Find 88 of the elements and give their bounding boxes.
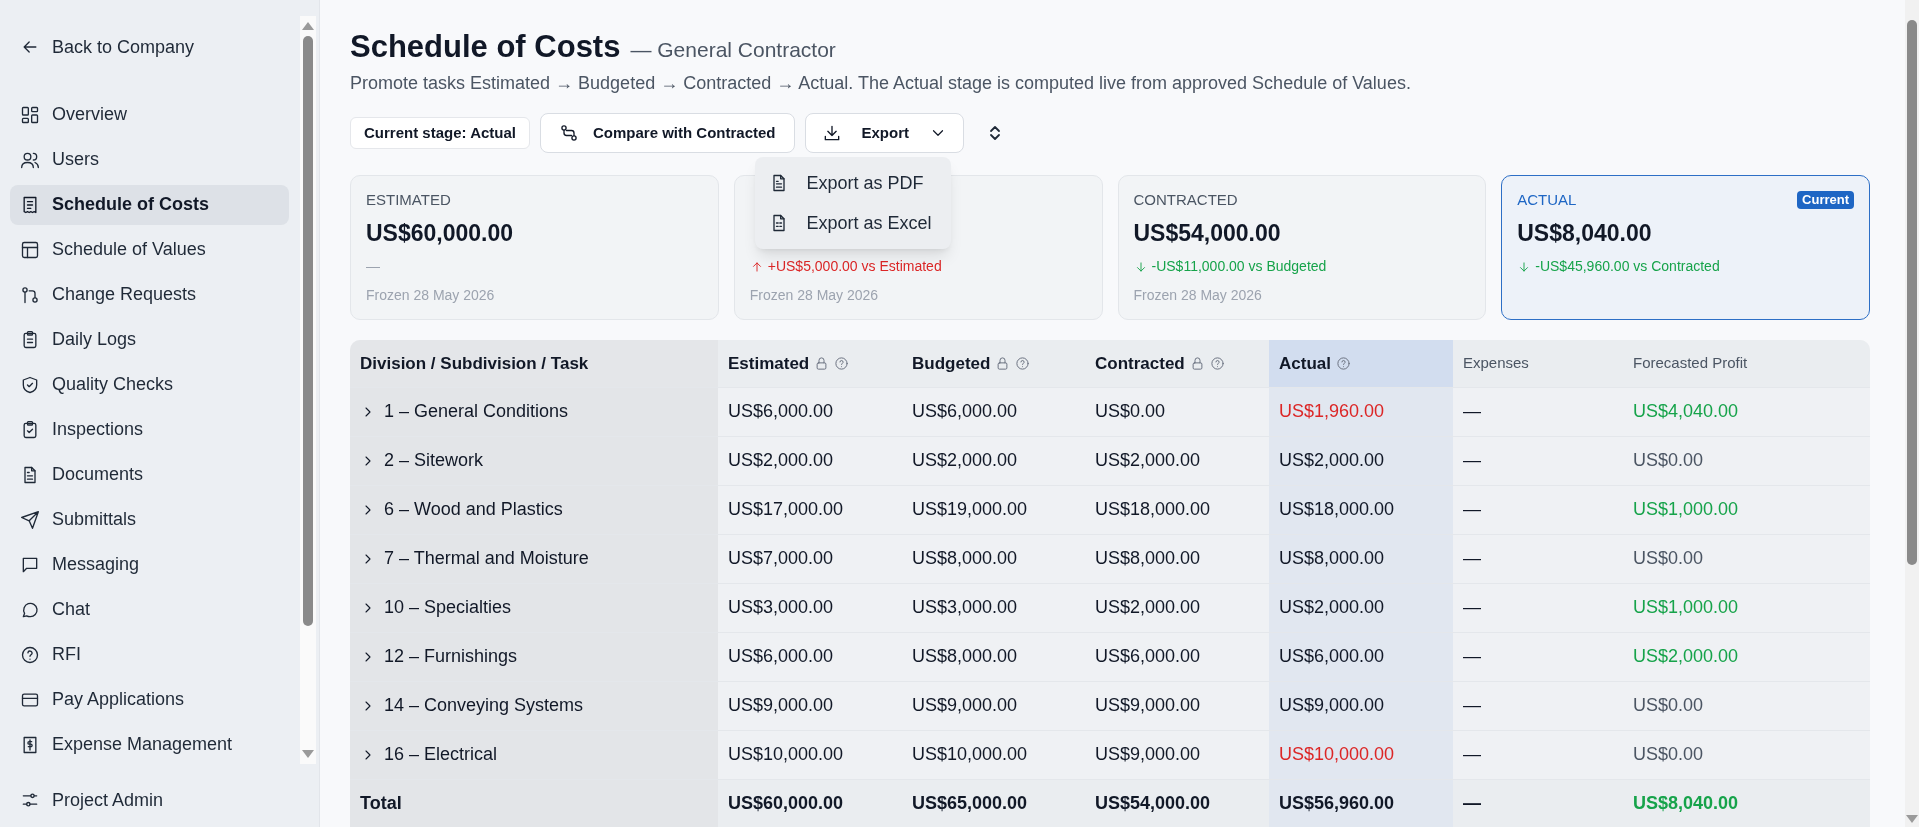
division-name: 16 – Electrical <box>384 743 498 766</box>
division-name: 2 – Sitework <box>384 449 484 472</box>
division-name: 10 – Specialties <box>384 596 512 619</box>
table-cell: US$6,000.00 <box>902 387 1085 436</box>
table-cell: US$3,000.00 <box>718 583 902 632</box>
card-delta: +US$5,000.00 vs Estimated <box>767 257 942 276</box>
table-cell: US$0.00 <box>1085 387 1269 436</box>
division-name: 12 – Furnishings <box>384 645 518 668</box>
table-cell: US$0.00 <box>1623 436 1870 485</box>
column-header: Actual <box>1269 340 1453 387</box>
column-header: Division / Subdivision / Task <box>350 340 718 387</box>
table-cell: US$56,960.00 <box>1269 779 1453 827</box>
column-header: Expenses <box>1453 340 1623 387</box>
table-cell: — <box>1453 730 1623 779</box>
card-delta: — <box>366 257 380 276</box>
table-cell: US$1,000.00 <box>1623 485 1870 534</box>
table-cell: US$18,000.00 <box>1085 485 1269 534</box>
table-cell: US$8,040.00 <box>1623 779 1870 827</box>
table-cell: US$8,000.00 <box>1085 534 1269 583</box>
table-cell: US$2,000.00 <box>1269 583 1453 632</box>
table-cell: US$1,000.00 <box>1623 583 1870 632</box>
table-cell: US$0.00 <box>1623 730 1870 779</box>
table-cell: US$54,000.00 <box>1085 779 1269 827</box>
table-cell: US$6,000.00 <box>1269 632 1453 681</box>
page-title: Schedule of Costs <box>350 28 621 66</box>
table-cell: US$9,000.00 <box>1269 681 1453 730</box>
page-description: Promote tasks Estimated → Budgeted → Contracted → Actual. The Actual stage is computed live from approved Schedule of Values. <box>350 72 1412 95</box>
table-cell: US$2,000.00 <box>1623 632 1870 681</box>
table-cell: US$6,000.00 <box>718 387 902 436</box>
card-delta: -US$11,000.00 vs Budgeted <box>1151 257 1327 276</box>
table-cell: US$19,000.00 <box>902 485 1085 534</box>
table-cell: US$2,000.00 <box>1269 436 1453 485</box>
table-cell: US$3,000.00 <box>902 583 1085 632</box>
table-cell: US$9,000.00 <box>902 681 1085 730</box>
card-label: ACTUAL <box>1517 189 1577 210</box>
table-cell: — <box>1453 632 1623 681</box>
table-cell: US$17,000.00 <box>718 485 902 534</box>
table-cell: US$4,040.00 <box>1623 387 1870 436</box>
card-amount: US$60,000.00 <box>366 220 514 246</box>
table-cell: US$8,000.00 <box>902 632 1085 681</box>
table-cell: — <box>1453 436 1623 485</box>
table-cell: US$9,000.00 <box>1085 730 1269 779</box>
table-cell: US$2,000.00 <box>902 436 1085 485</box>
table-cell: US$8,000.00 <box>902 534 1085 583</box>
table-cell: US$6,000.00 <box>1085 632 1269 681</box>
table-cell: — <box>1453 779 1623 827</box>
table-cell: US$10,000.00 <box>718 730 902 779</box>
table-cell: US$2,000.00 <box>718 436 902 485</box>
table-cell: US$9,000.00 <box>1085 681 1269 730</box>
table-cell: — <box>1453 534 1623 583</box>
table-cell: US$8,000.00 <box>1269 534 1453 583</box>
division-name: 6 – Wood and Plastics <box>384 498 563 521</box>
card-amount: US$8,040.00 <box>1517 220 1652 246</box>
card-amount: US$54,000.00 <box>1133 220 1281 246</box>
table-cell: US$9,000.00 <box>718 681 902 730</box>
table-cell: US$7,000.00 <box>718 534 902 583</box>
table-cell: US$6,000.00 <box>718 632 902 681</box>
frozen-date: Frozen 28 May 2026 <box>1133 286 1263 305</box>
table-cell: — <box>1453 387 1623 436</box>
column-header: Contracted <box>1085 340 1269 387</box>
table-cell: US$10,000.00 <box>902 730 1085 779</box>
column-header: Budgeted <box>902 340 1085 387</box>
card-label: ESTIMATED <box>366 189 451 210</box>
table-cell: US$60,000.00 <box>718 779 902 827</box>
table-cell: US$18,000.00 <box>1269 485 1453 534</box>
table-cell: US$1,960.00 <box>1269 387 1453 436</box>
total-label: Total <box>350 779 718 827</box>
table-cell: US$10,000.00 <box>1269 730 1453 779</box>
division-name: 14 – Conveying Systems <box>384 694 584 717</box>
column-header: Estimated <box>718 340 902 387</box>
table-cell: US$2,000.00 <box>1085 436 1269 485</box>
frozen-date: Frozen 28 May 2026 <box>749 286 880 305</box>
table-cell: US$2,000.00 <box>1085 583 1269 632</box>
card-label: CONTRACTED <box>1133 189 1238 210</box>
table-cell: US$65,000.00 <box>902 779 1085 827</box>
card-delta: -US$45,960.00 vs Contracted <box>1535 257 1720 276</box>
column-header: Forecasted Profit <box>1623 340 1870 387</box>
table-cell: — <box>1453 485 1623 534</box>
division-name: 7 – Thermal and Moisture <box>384 547 589 570</box>
page-subtitle: — General Contractor <box>630 37 836 63</box>
table-cell: US$0.00 <box>1623 681 1870 730</box>
frozen-date: Frozen 28 May 2026 <box>366 286 496 305</box>
division-name: 1 – General Conditions <box>384 400 569 423</box>
current-badge: Current <box>1797 191 1854 209</box>
table-cell: US$0.00 <box>1623 534 1870 583</box>
table-cell: — <box>1453 681 1623 730</box>
stage-badge: Current stage: Actual <box>350 116 530 150</box>
table-cell: — <box>1453 583 1623 632</box>
